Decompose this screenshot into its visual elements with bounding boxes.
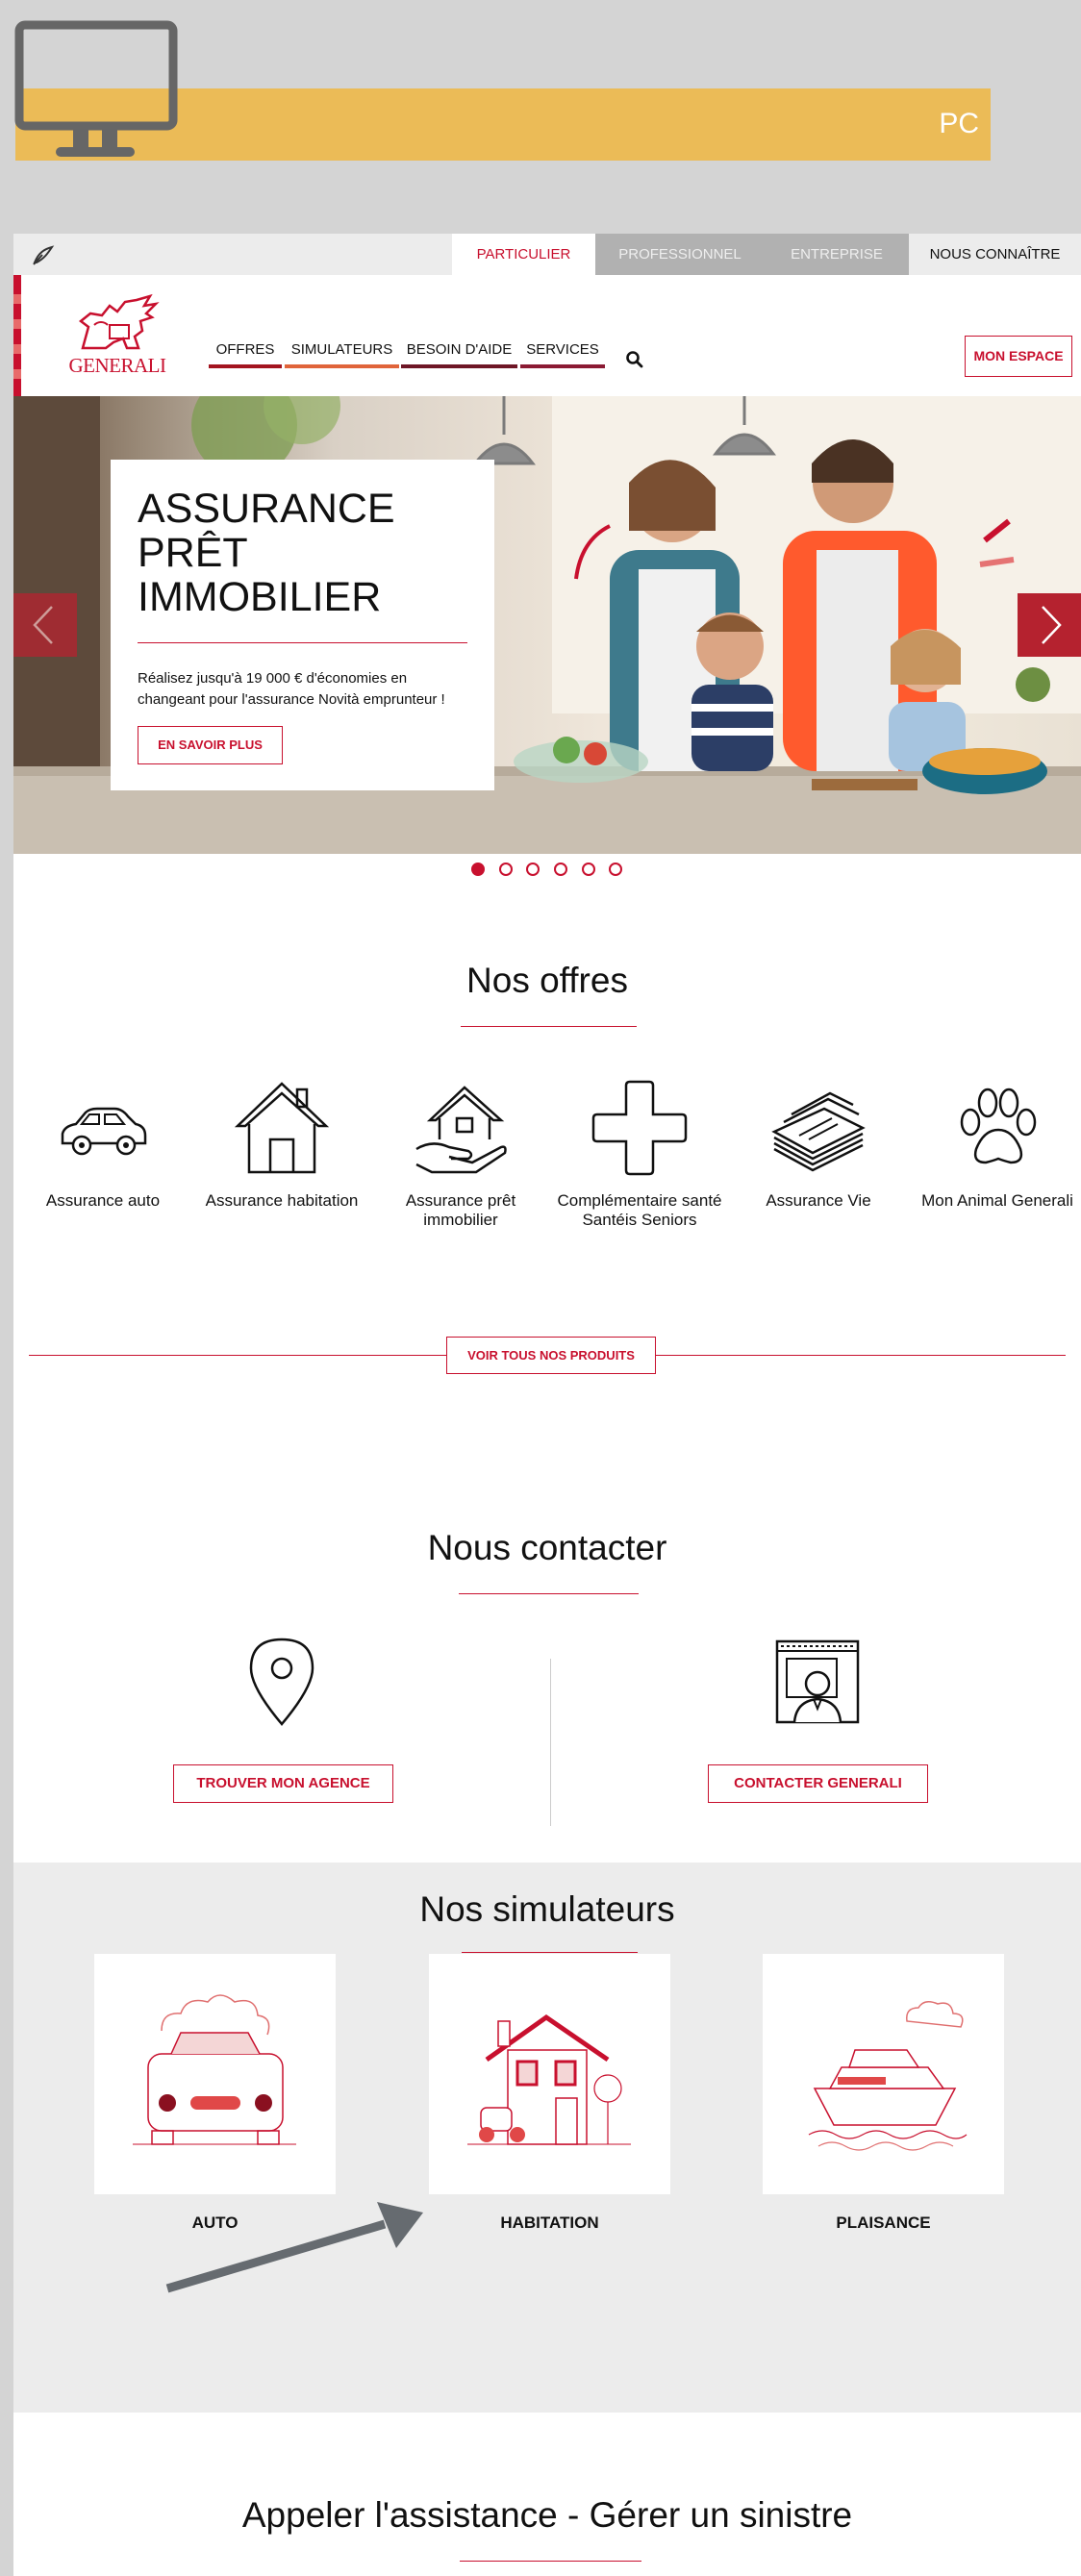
- offer-animal[interactable]: Mon Animal Generali: [908, 1080, 1081, 1211]
- tab-entreprise[interactable]: ENTREPRISE: [765, 234, 909, 275]
- paw-icon: [960, 1088, 1037, 1164]
- health-cross-icon: [591, 1080, 688, 1176]
- carousel-dot[interactable]: [554, 863, 567, 876]
- generali-logo[interactable]: GENERALI: [63, 292, 171, 379]
- logo-text: GENERALI: [68, 354, 166, 377]
- tab-particulier[interactable]: PARTICULIER: [452, 234, 595, 275]
- nav-besoin-daide[interactable]: BESOIN D'AIDE: [401, 339, 517, 368]
- monitor-icon: [14, 20, 178, 157]
- hero-title: ASSURANCE PRÊT IMMOBILIER: [138, 487, 467, 619]
- brand-side-strip: [13, 275, 21, 396]
- offers-title-rule: [461, 1026, 637, 1027]
- nav-services-label: SERVICES: [526, 341, 599, 358]
- nav-offres-label: OFFRES: [215, 341, 275, 358]
- nav-besoin-label: BESOIN D'AIDE: [406, 341, 513, 358]
- boat-sim-icon: [808, 2001, 968, 2151]
- offer-sante[interactable]: Complémentaire santé Santéis Seniors: [550, 1080, 729, 1230]
- nav-simulateurs-label: SIMULATEURS: [290, 341, 393, 358]
- car-sim-icon: [133, 1994, 296, 2145]
- simulators-title: Nos simulateurs: [419, 1889, 675, 1929]
- mon-espace-button[interactable]: MON ESPACE: [965, 336, 1072, 377]
- hero-title-line: ASSURANCE: [138, 486, 395, 532]
- hero-description: Réalisez jusqu'à 19 000 € d'économies en…: [138, 670, 445, 708]
- house-icon: [234, 1082, 330, 1174]
- simulator-label: HABITATION: [500, 2213, 599, 2232]
- offer-label: Complémentaire santé Santéis Seniors: [557, 1191, 722, 1229]
- hero-card: ASSURANCE PRÊT IMMOBILIER Réalisez jusqu…: [111, 460, 494, 790]
- assistance-title: Appeler l'assistance - Gérer un sinistre: [241, 2495, 853, 2535]
- carousel-dot[interactable]: [582, 863, 595, 876]
- site-header: GENERALI OFFRES SIMULATEURS BESOIN D'AID…: [13, 275, 1081, 396]
- hand-house-icon: [415, 1086, 507, 1174]
- offer-auto[interactable]: Assurance auto: [13, 1080, 192, 1211]
- nav-underline: [285, 364, 399, 368]
- voir-tous-produits-button[interactable]: VOIR TOUS NOS PRODUITS: [446, 1337, 656, 1374]
- customer-service-icon: [775, 1639, 860, 1724]
- simulator-label: AUTO: [191, 2213, 239, 2232]
- en-savoir-plus-button[interactable]: EN SAVOIR PLUS: [138, 726, 283, 764]
- nav-simulateurs[interactable]: SIMULATEURS: [285, 339, 399, 368]
- offer-label: Assurance prêt immobilier: [405, 1191, 516, 1229]
- contacter-generali-button[interactable]: CONTACTER GENERALI: [708, 1764, 928, 1803]
- hero-carousel: ASSURANCE PRÊT IMMOBILIER Réalisez jusqu…: [13, 396, 1081, 854]
- leaf-icon[interactable]: [31, 243, 56, 266]
- hero-title-line: PRÊT: [138, 530, 248, 576]
- carousel-next-button[interactable]: [1018, 593, 1081, 657]
- location-pin-icon: [249, 1638, 314, 1726]
- carousel-dot[interactable]: [471, 863, 485, 876]
- offer-label: Assurance auto: [45, 1191, 161, 1210]
- offer-label: Assurance Vie: [766, 1191, 871, 1210]
- simulators-title-rule: [462, 1952, 638, 1953]
- simulator-label: PLAISANCE: [836, 2213, 931, 2232]
- offer-label: Mon Animal Generali: [921, 1191, 1073, 1210]
- tab-professionnel[interactable]: PROFESSIONNEL: [595, 234, 765, 275]
- top-bar: PARTICULIER PROFESSIONNEL ENTREPRISE NOU…: [13, 234, 1081, 275]
- simulator-card-habitation[interactable]: [429, 1954, 670, 2194]
- contact-title-rule: [459, 1593, 639, 1594]
- contact-divider: [550, 1659, 551, 1826]
- nav-underline: [401, 364, 517, 368]
- assistance-title-rule: [460, 2561, 641, 2562]
- hero-divider: [138, 642, 467, 643]
- nav-underline: [520, 364, 605, 368]
- device-label: PC: [939, 108, 979, 139]
- house-sim-icon: [467, 2013, 631, 2145]
- trouver-mon-agence-button[interactable]: TROUVER MON AGENCE: [173, 1764, 393, 1803]
- contact-title: Nous contacter: [427, 1528, 667, 1567]
- carousel-dot[interactable]: [499, 863, 513, 876]
- nav-offres[interactable]: OFFRES: [209, 339, 282, 368]
- carousel-prev-button[interactable]: [13, 593, 77, 657]
- tab-nous-connaitre[interactable]: NOUS CONNAÎTRE: [909, 234, 1081, 275]
- chevron-left-icon: [33, 606, 53, 644]
- simulators-section: Nos simulateurs AUTO HABITATION PLAISANC…: [13, 1863, 1081, 2413]
- car-icon: [61, 1107, 147, 1156]
- offer-label: Assurance habitation: [205, 1191, 359, 1210]
- offers-title: Nos offres: [466, 961, 628, 1000]
- nav-underline: [209, 364, 282, 368]
- offer-vie[interactable]: Assurance Vie: [729, 1080, 908, 1211]
- chevron-right-icon: [1042, 606, 1062, 644]
- offer-pret-immobilier[interactable]: Assurance prêt immobilier: [371, 1080, 550, 1230]
- simulator-card-auto[interactable]: [94, 1954, 336, 2194]
- carousel-dot[interactable]: [526, 863, 540, 876]
- offer-habitation[interactable]: Assurance habitation: [192, 1080, 371, 1211]
- search-icon[interactable]: [625, 350, 644, 369]
- website-frame: PARTICULIER PROFESSIONNEL ENTREPRISE NOU…: [13, 234, 1081, 2576]
- carousel-dot[interactable]: [609, 863, 622, 876]
- lion-icon: [78, 293, 160, 350]
- hero-title-line: IMMOBILIER: [138, 574, 382, 620]
- nav-services[interactable]: SERVICES: [520, 339, 605, 368]
- simulator-card-plaisance[interactable]: [763, 1954, 1004, 2194]
- money-stack-icon: [771, 1091, 866, 1172]
